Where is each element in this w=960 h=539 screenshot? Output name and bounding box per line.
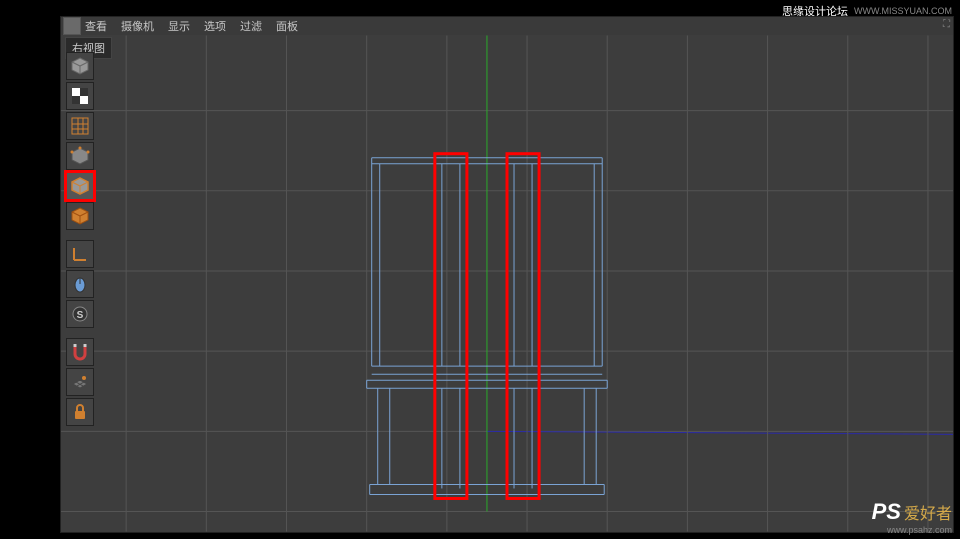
menu-filter[interactable]: 过滤 [240,18,262,34]
tool-snap-s[interactable]: S [66,300,94,328]
tool-lock-mode[interactable] [66,398,94,426]
watermark-bottom-url: www.psahz.com [872,525,952,535]
tool-uv-mode[interactable] [66,112,94,140]
menu-camera[interactable]: 摄像机 [121,18,154,34]
menu-view[interactable]: 查看 [85,18,107,34]
menu-options[interactable]: 选项 [204,18,226,34]
tool-model-mode[interactable] [66,52,94,80]
tool-edge-mode[interactable] [66,172,94,200]
tool-magnet-mode[interactable] [66,338,94,366]
menu-panel[interactable]: 面板 [276,18,298,34]
watermark-cn: 爱好者 [904,500,952,524]
viewport-menubar: 查看 摄像机 显示 选项 过滤 面板 [61,17,953,35]
watermark-bottom: PS 爱好者 www.psahz.com [872,499,952,535]
watermark-ps: PS [872,499,901,525]
tool-workplane-mode[interactable] [66,368,94,396]
viewport[interactable] [61,35,953,532]
view-icon[interactable] [63,17,81,35]
tool-polygon-mode[interactable] [66,202,94,230]
maximize-icon[interactable]: ⛶ [943,19,950,30]
tool-point-mode[interactable] [66,142,94,170]
menu-display[interactable]: 显示 [168,18,190,34]
tool-texture-mode[interactable] [66,82,94,110]
tool-axis-mode[interactable] [66,240,94,268]
svg-text:S: S [77,310,84,321]
watermark-url: WWW.MISSYUAN.COM [854,6,952,16]
tool-mouse-mode[interactable] [66,270,94,298]
mode-toolbar: S [66,52,96,426]
